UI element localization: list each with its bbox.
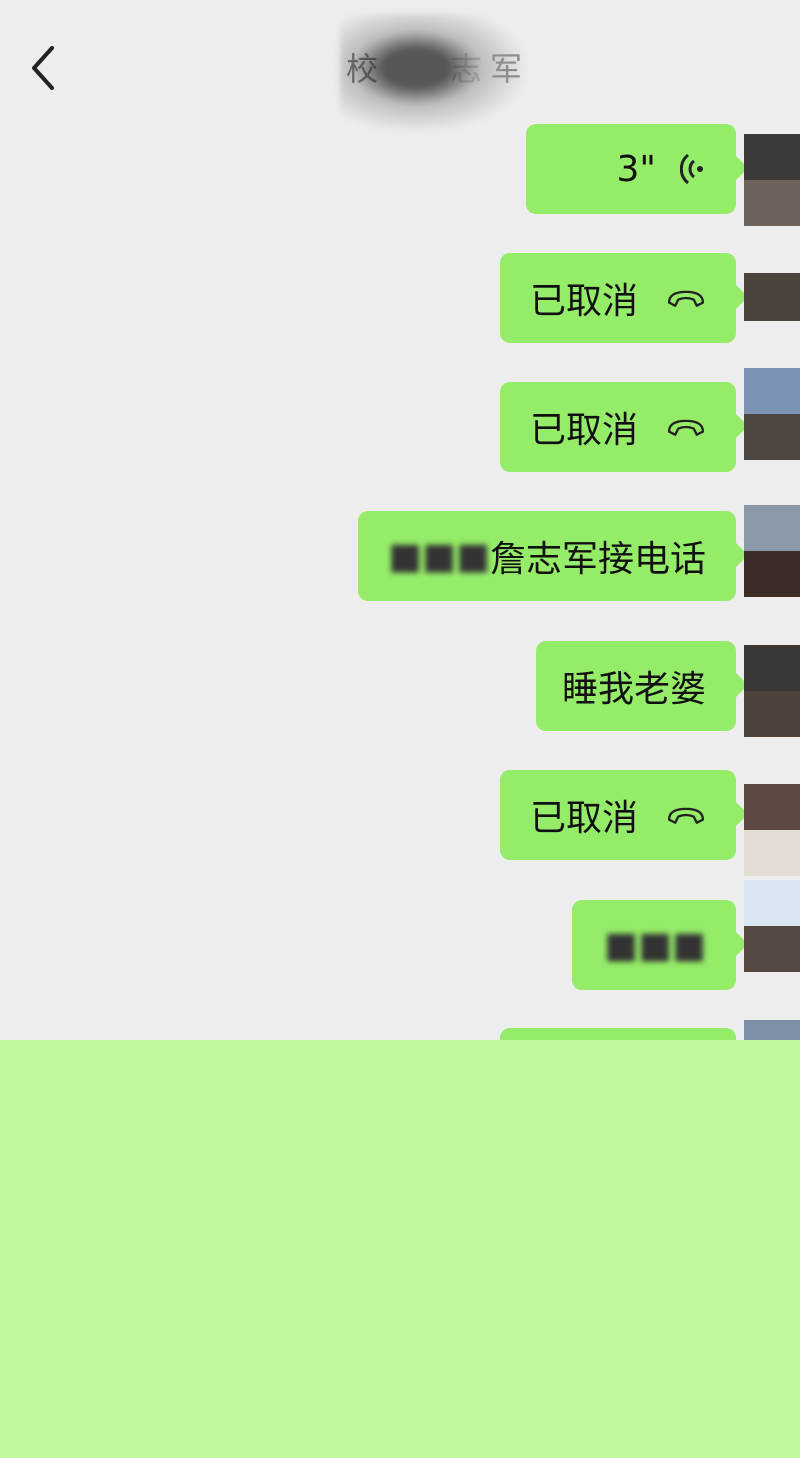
message-row: 睡我老婆 xyxy=(0,641,800,737)
message-text: 睡我老婆 xyxy=(561,669,706,710)
call-status-text: 已取消 xyxy=(530,410,639,451)
redaction-scribble xyxy=(340,14,530,134)
call-message-bubble[interactable]: 已取消 xyxy=(500,382,748,472)
avatar[interactable] xyxy=(744,645,800,737)
chat-title: 校 志 军 xyxy=(300,14,560,134)
chevron-left-icon xyxy=(32,46,54,90)
text-message-bubble[interactable]: ■■■ 詹志军接电话 xyxy=(358,511,748,601)
avatar xyxy=(744,1020,800,1040)
message-row: 已取消 xyxy=(0,368,800,478)
voice-message-bubble[interactable]: 3" xyxy=(526,124,748,214)
message-row: 已取消 xyxy=(0,770,800,876)
redacted-text: ■■■ xyxy=(603,924,706,966)
message-row: ■■■ 詹志军接电话 xyxy=(0,505,800,607)
call-status-text: 已取消 xyxy=(530,798,639,839)
phone-hangup-icon xyxy=(667,290,705,307)
message-row: 已取消 xyxy=(0,253,800,349)
redacted-text: ■■■ xyxy=(387,535,490,577)
phone-hangup-icon xyxy=(667,807,705,824)
voice-duration: 3" xyxy=(616,148,656,190)
message-row: ■■■ xyxy=(0,880,800,996)
voice-wave-icon xyxy=(680,153,703,185)
green-overlay-panel xyxy=(0,1040,800,1458)
call-status-text: 已取消 xyxy=(530,281,639,322)
message-text: 詹志军接电话 xyxy=(489,539,706,580)
message-row: 3" xyxy=(0,124,800,226)
call-message-bubble[interactable]: 已取消 xyxy=(500,770,748,860)
text-message-bubble[interactable]: ■■■ xyxy=(572,900,748,990)
text-message-bubble[interactable]: 睡我老婆 xyxy=(536,641,748,731)
avatar[interactable] xyxy=(744,880,800,972)
call-message-bubble[interactable]: 已取消 xyxy=(500,253,748,343)
back-button[interactable] xyxy=(20,40,70,96)
avatar[interactable] xyxy=(744,505,800,597)
chat-header: 校 志 军 xyxy=(0,0,800,134)
phone-hangup-icon xyxy=(667,419,705,436)
avatar[interactable] xyxy=(744,368,800,460)
avatar[interactable] xyxy=(744,134,800,226)
avatar[interactable] xyxy=(744,784,800,876)
avatar[interactable] xyxy=(744,273,800,321)
